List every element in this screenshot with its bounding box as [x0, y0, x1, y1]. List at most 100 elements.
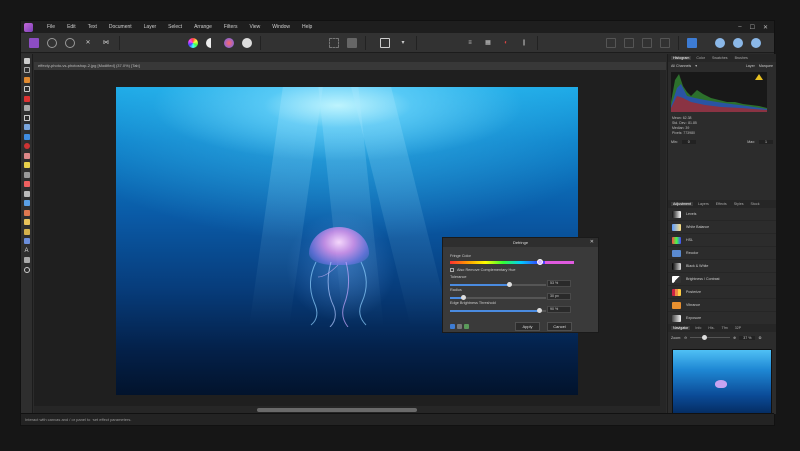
- zoom-slider[interactable]: [690, 334, 731, 340]
- vertical-scrollbar[interactable]: [660, 70, 666, 406]
- adjustment-black-white[interactable]: Black & White: [668, 260, 776, 273]
- align-icon[interactable]: ≡: [465, 38, 475, 48]
- adjustment-levels[interactable]: Levels: [668, 208, 776, 221]
- tab-brushes[interactable]: Brushes: [733, 56, 750, 60]
- color-picker-icon[interactable]: [23, 76, 30, 83]
- close-icon[interactable]: ✕: [590, 238, 594, 247]
- white-balance-icon[interactable]: [242, 37, 252, 48]
- minimize-button[interactable]: –: [738, 24, 741, 31]
- adjustment-hsl[interactable]: HSL: [668, 234, 776, 247]
- grid-icon[interactable]: ▦: [483, 38, 493, 48]
- studio-icon-3[interactable]: [751, 37, 761, 48]
- shape-tool-icon[interactable]: [23, 238, 30, 244]
- gradient-tool-icon[interactable]: [23, 133, 30, 140]
- edge-threshold-value[interactable]: 90 %: [547, 306, 571, 313]
- preview-icon[interactable]: [450, 324, 455, 329]
- burn-tool-icon[interactable]: [23, 209, 30, 216]
- liquify-persona-icon[interactable]: [47, 37, 57, 48]
- cancel-button[interactable]: Cancel: [547, 322, 572, 331]
- view-tool-icon[interactable]: [23, 67, 30, 73]
- text-tool-icon[interactable]: A: [24, 248, 30, 254]
- tab-styles[interactable]: Styles: [732, 202, 746, 206]
- zoom-in-icon[interactable]: ⊕: [733, 336, 736, 340]
- document-tab[interactable]: effecty-photo-vs-photoshop-2.jpg [Modifi…: [34, 62, 666, 70]
- view-mode-icon[interactable]: [687, 37, 697, 48]
- radius-handle[interactable]: [460, 295, 466, 300]
- split-view-icon[interactable]: [457, 324, 462, 329]
- mask-icon[interactable]: [347, 37, 357, 48]
- adjustment-recolor[interactable]: Recolor: [668, 247, 776, 260]
- app-logo-icon[interactable]: [24, 22, 33, 32]
- fringe-color-handle[interactable]: [537, 259, 543, 265]
- tolerance-value[interactable]: 53 %: [547, 280, 571, 287]
- navigator-preview[interactable]: [672, 349, 772, 416]
- menu-file[interactable]: File: [41, 24, 61, 30]
- zoom-handle[interactable]: [702, 334, 708, 340]
- crop-tool-icon[interactable]: [23, 86, 30, 92]
- max-field[interactable]: 1: [759, 140, 773, 144]
- marquee-icon[interactable]: [329, 37, 339, 48]
- pen-tool-icon[interactable]: [23, 228, 30, 235]
- marquee-option[interactable]: Marquee: [759, 64, 773, 68]
- tab-effects[interactable]: Effects: [714, 202, 729, 206]
- sponge-tool-icon[interactable]: [23, 219, 30, 225]
- adjustment-posterize[interactable]: Posterize: [668, 286, 776, 299]
- studio-icon-1[interactable]: [715, 37, 725, 48]
- menu-select[interactable]: Select: [162, 24, 188, 30]
- assistant-icon[interactable]: ◐: [501, 38, 511, 48]
- dialog-titlebar[interactable]: Defringe ✕: [443, 238, 598, 247]
- marquee-tool-icon[interactable]: [23, 114, 30, 121]
- apply-button[interactable]: Apply: [515, 322, 540, 331]
- adjustment-white-balance[interactable]: White Balance: [668, 221, 776, 234]
- tab-adjustment[interactable]: Adjustment: [671, 202, 693, 206]
- radius-slider[interactable]: [450, 295, 546, 300]
- paint-brush-icon[interactable]: [23, 95, 30, 102]
- hsl-icon[interactable]: [224, 37, 234, 48]
- zoom-tool-icon[interactable]: [23, 266, 30, 273]
- adjustment-vibrance[interactable]: Vibrance: [668, 299, 776, 312]
- transform-icon-2[interactable]: [624, 37, 634, 48]
- pin-icon[interactable]: ❙: [519, 38, 529, 48]
- min-field[interactable]: 0: [681, 140, 696, 144]
- export-persona-icon[interactable]: ⋈: [101, 38, 111, 48]
- radius-value[interactable]: 30 px: [547, 293, 571, 300]
- chevron-down-icon[interactable]: ▾: [398, 38, 408, 48]
- contrast-icon[interactable]: [206, 37, 216, 48]
- chevron-down-icon[interactable]: ▾: [695, 64, 697, 68]
- adjustment-brightness-contrast[interactable]: Brightness / Contrast: [668, 273, 776, 286]
- tab-color[interactable]: Color: [694, 56, 707, 60]
- tone-mapping-icon[interactable]: ✕: [83, 38, 93, 48]
- zoom-out-icon[interactable]: ⊖: [684, 336, 687, 340]
- selection-brush-icon[interactable]: [23, 105, 30, 111]
- tab-histogram[interactable]: Histogram: [671, 56, 692, 60]
- menu-edit[interactable]: Edit: [61, 24, 82, 30]
- tab-stock[interactable]: Stock: [749, 202, 762, 206]
- healing-brush-icon[interactable]: [23, 152, 30, 159]
- blur-tool-icon[interactable]: [23, 200, 30, 206]
- also-remove-checkbox[interactable]: [450, 268, 454, 272]
- menu-arrange[interactable]: Arrange: [188, 24, 218, 30]
- settings-icon[interactable]: ⚙: [758, 336, 761, 340]
- tab-32p[interactable]: 32P: [733, 326, 743, 330]
- tab-info[interactable]: Info: [693, 326, 703, 330]
- move-tool-icon[interactable]: [23, 57, 30, 64]
- erase-tool-icon[interactable]: [23, 190, 30, 197]
- edge-threshold-slider[interactable]: [450, 308, 546, 313]
- menu-document[interactable]: Document: [103, 24, 138, 30]
- zoom-value[interactable]: 37 %: [739, 335, 756, 340]
- menu-layer[interactable]: Layer: [138, 24, 163, 30]
- menu-view[interactable]: View: [244, 24, 267, 30]
- transform-icon-4[interactable]: [660, 37, 670, 48]
- dodge-tool-icon[interactable]: [23, 162, 30, 168]
- studio-icon-2[interactable]: [733, 37, 743, 48]
- smudge-tool-icon[interactable]: [23, 171, 30, 178]
- red-eye-icon[interactable]: [23, 181, 30, 187]
- maximize-button[interactable]: ☐: [750, 24, 755, 31]
- transform-icon-1[interactable]: [606, 37, 616, 48]
- channel-select[interactable]: All Channels: [671, 64, 691, 68]
- photo-persona-icon[interactable]: [29, 37, 39, 48]
- color-wheel-icon[interactable]: [188, 37, 198, 48]
- edge-threshold-handle[interactable]: [536, 308, 542, 313]
- transform-icon-3[interactable]: [642, 37, 652, 48]
- snap-icon[interactable]: [380, 37, 390, 48]
